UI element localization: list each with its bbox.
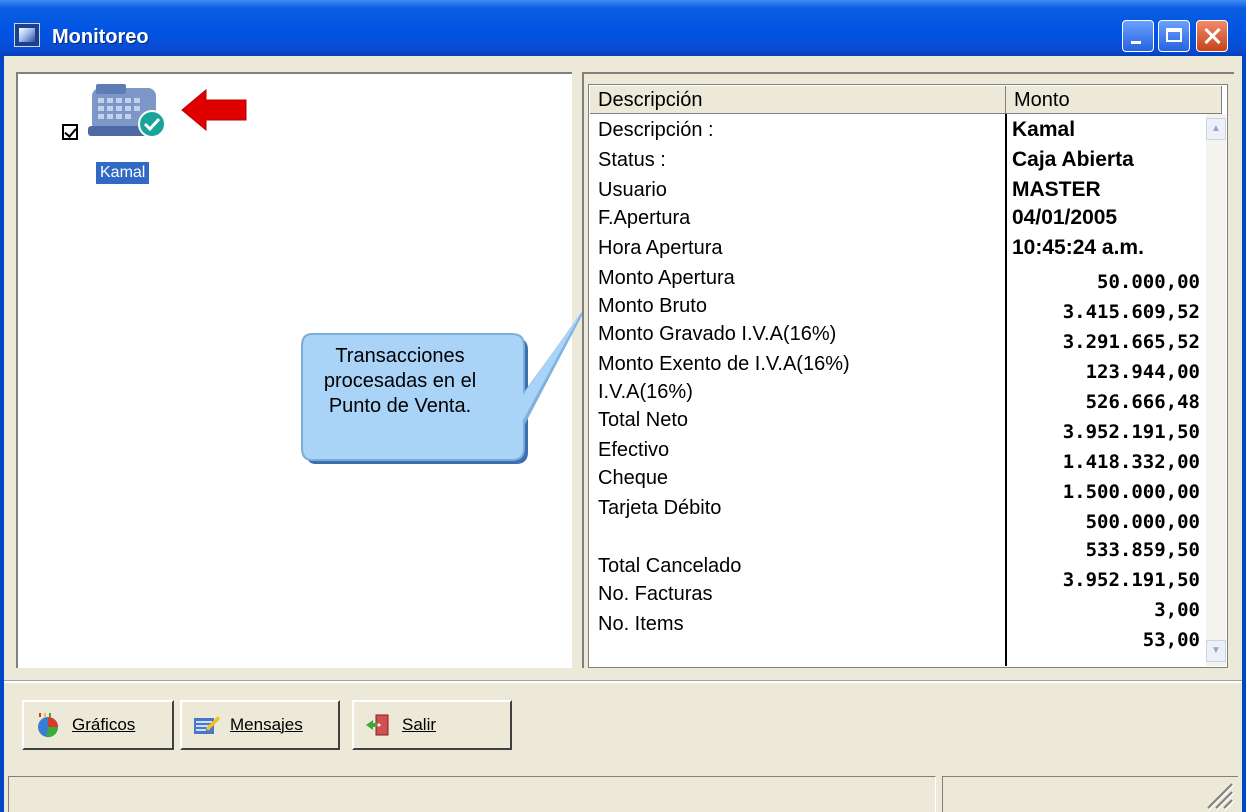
row-desc: Total Cancelado <box>598 555 742 577</box>
maximize-button[interactable] <box>1158 20 1190 52</box>
row-value: 50.000,00 <box>1097 271 1200 293</box>
row-desc: Efectivo <box>598 439 670 461</box>
monitoreo-window: Monitoreo Kamal Transacciones procesadas… <box>0 0 1246 812</box>
terminal-label[interactable]: Kamal <box>96 162 150 184</box>
row-desc: I.V.A(16%) <box>598 381 693 403</box>
minimize-button[interactable] <box>1122 20 1154 52</box>
row-value: MASTER <box>1012 178 1101 201</box>
row-value: 10:45:24 a.m. <box>1012 236 1144 259</box>
exit-icon <box>366 714 389 736</box>
column-header-descripcion[interactable]: Descripción <box>590 86 1006 114</box>
column-divider <box>1005 114 1007 666</box>
app-icon <box>14 23 40 47</box>
scroll-up-button[interactable]: ▲ <box>1206 118 1226 140</box>
row-value: 123.944,00 <box>1085 361 1200 383</box>
row-desc: Status : <box>598 149 666 171</box>
row-desc: Monto Bruto <box>598 295 707 317</box>
row-desc: Descripción : <box>598 119 714 141</box>
resize-grip-icon[interactable] <box>1202 778 1236 812</box>
row-value: 3,00 <box>1154 599 1200 621</box>
row-value: Caja Abierta <box>1012 148 1134 171</box>
graficos-label: Gráficos <box>72 715 136 734</box>
mensajes-button[interactable]: Mensajes <box>180 700 340 750</box>
row-value: Kamal <box>1012 118 1076 141</box>
status-panel-main <box>8 776 936 812</box>
scroll-down-button[interactable]: ▼ <box>1206 640 1226 662</box>
graficos-button[interactable]: Gráficos <box>22 700 174 750</box>
row-value: 3.291.665,52 <box>1062 331 1200 353</box>
terminal-checkbox[interactable] <box>62 124 78 140</box>
row-value: 533.859,50 <box>1085 539 1200 561</box>
row-value: 526.666,48 <box>1085 391 1200 413</box>
red-arrow-icon <box>181 88 247 132</box>
row-value: 04/01/2005 <box>1012 206 1118 229</box>
chart-icon <box>38 713 59 738</box>
callout-text: Transacciones procesadas en el Punto de … <box>323 345 477 417</box>
message-icon <box>194 716 220 734</box>
row-desc: Monto Exento de I.V.A(16%) <box>598 353 850 375</box>
row-desc: Monto Apertura <box>598 267 735 289</box>
title-bar[interactable]: Monitoreo <box>0 0 1246 56</box>
close-button[interactable] <box>1196 20 1228 52</box>
vertical-scrollbar[interactable] <box>1206 114 1226 666</box>
row-value: 53,00 <box>1142 629 1200 651</box>
window-frame-right <box>1242 56 1246 812</box>
row-value: 3.415.609,52 <box>1062 301 1200 323</box>
row-desc: Cheque <box>598 467 669 489</box>
window-title: Monitoreo <box>52 26 149 48</box>
row-desc: F.Apertura <box>598 207 691 229</box>
mensajes-label: Mensajes <box>230 715 303 734</box>
row-value: 500.000,00 <box>1085 511 1200 533</box>
row-desc: Usuario <box>598 179 667 201</box>
row-value: 1.418.332,00 <box>1062 451 1200 473</box>
button-bar-separator <box>4 680 1242 683</box>
row-value: 3.952.191,50 <box>1062 569 1200 591</box>
check-badge-icon <box>138 110 166 138</box>
row-value: 3.952.191,50 <box>1062 421 1200 443</box>
row-desc: Total Neto <box>598 409 689 431</box>
status-panel-secondary <box>942 776 1238 812</box>
row-desc: Monto Gravado I.V.A(16%) <box>598 323 837 345</box>
salir-label: Salir <box>402 715 437 734</box>
window-frame-left <box>0 56 4 812</box>
salir-button[interactable]: Salir <box>352 700 512 750</box>
row-desc: No. Facturas <box>598 583 713 605</box>
row-value: 1.500.000,00 <box>1062 481 1200 503</box>
cash-register-icon[interactable] <box>86 80 174 142</box>
column-header-monto[interactable]: Monto <box>1006 86 1222 114</box>
row-desc: No. Items <box>598 613 684 635</box>
row-desc: Tarjeta Débito <box>598 497 722 519</box>
row-desc: Hora Apertura <box>598 237 723 259</box>
